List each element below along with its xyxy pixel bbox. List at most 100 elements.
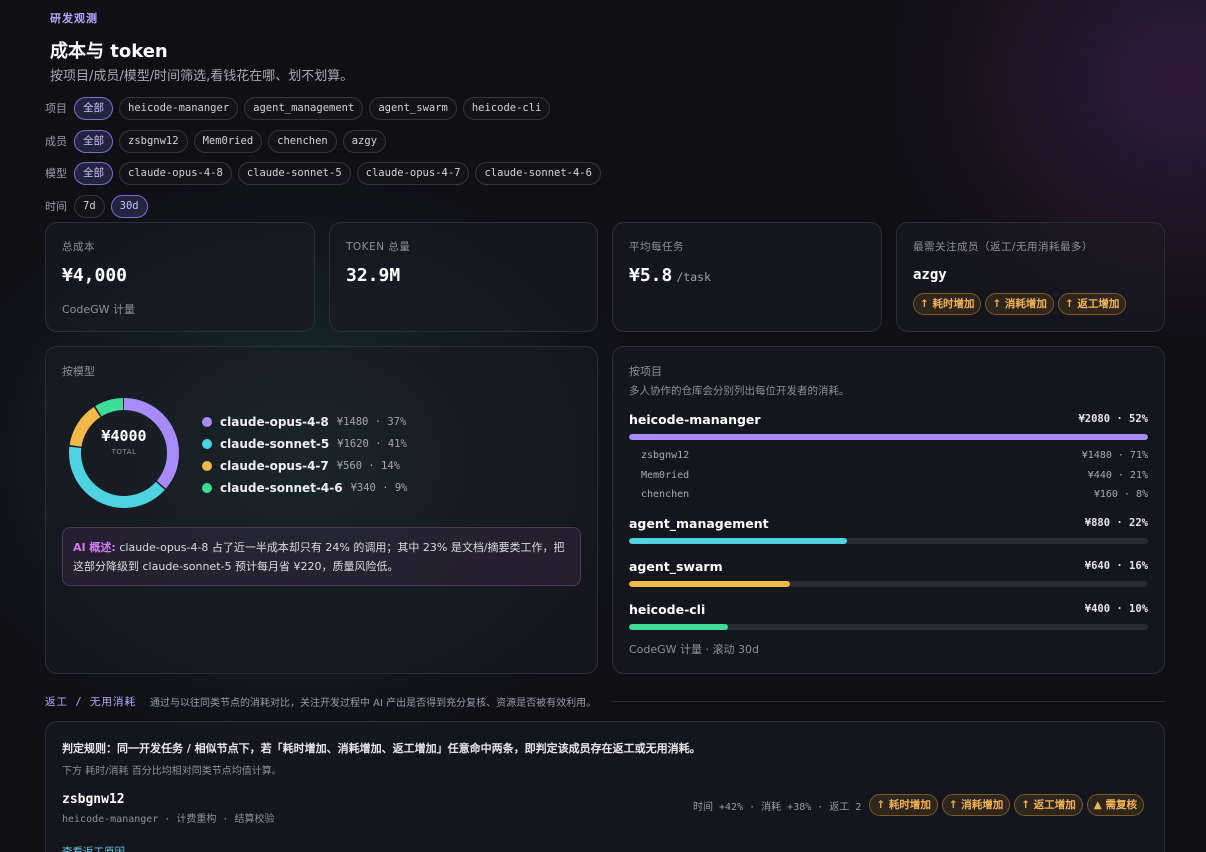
chip-member-chenchen[interactable]: chenchen [268, 129, 337, 153]
kpi-attention-member: 最需关注成员（返工/无用消耗最多） azgy ↑ 耗时增加 ↑ 消耗增加 ↑ 返… [896, 222, 1165, 332]
chip-model-sonnet-5[interactable]: claude-sonnet-5 [237, 161, 351, 185]
chip-project-heicode-cli[interactable]: heicode-cli [462, 96, 551, 120]
kpi-label: 总成本 [62, 241, 95, 253]
project-row-heicode-cli[interactable]: heicode-cli ¥400 · 10% [629, 599, 1148, 630]
section-divider [612, 701, 1165, 702]
chip-time-30d[interactable]: 30d [110, 194, 148, 218]
kpi-label: 最需关注成员（返工/无用消耗最多） [913, 241, 1094, 253]
project-bar [629, 538, 1148, 544]
filter-label: 时间 [45, 200, 67, 213]
project-value: ¥880 · 22% [1084, 517, 1148, 529]
legend-item[interactable]: claude-opus-4-7 ¥560 · 14% [202, 455, 408, 477]
project-row-agent-management[interactable]: agent_management ¥880 · 22% [629, 513, 1148, 544]
member-row: Mem0ried ¥440 · 21% [629, 466, 1148, 486]
attention-member-name[interactable]: azgy [913, 267, 947, 283]
page-subtitle: 按项目/成员/模型/时间筛选,看钱花在哪、划不划算。 [50, 69, 354, 84]
rework-member-name[interactable]: zsbgnw12 [62, 792, 125, 807]
filter-project: 项目 全部 heicode-mananger agent_management … [45, 96, 556, 120]
legend-item[interactable]: claude-opus-4-8 ¥1480 · 37% [202, 411, 408, 433]
donut-caption: TOTAL [111, 448, 137, 456]
filter-label: 模型 [45, 167, 67, 180]
tag-needs-review: ▲ 需复核 [1086, 794, 1144, 816]
view-rework-reason-link[interactable]: 查看返工原因 [62, 844, 125, 852]
legend-dot [202, 417, 212, 427]
chip-time-7d[interactable]: 7d [74, 194, 105, 218]
chip-member-mem0ried[interactable]: Mem0ried [193, 129, 263, 153]
panel-title: 按模型 [62, 365, 95, 378]
ai-summary-label: AI 概述: [73, 541, 116, 554]
legend-name: claude-opus-4-8 [220, 415, 329, 429]
chip-member-all[interactable]: 全部 [74, 129, 113, 153]
page-eyebrow: 研发观测 [50, 12, 98, 25]
member-value: ¥440 · 21% [1087, 469, 1148, 481]
project-value: ¥640 · 16% [1084, 560, 1148, 572]
project-value: ¥400 · 10% [1084, 603, 1148, 615]
panel-desc: 多人协作的仓库会分别列出每位开发者的消耗。 [629, 385, 850, 397]
project-row-heicode-mananger[interactable]: heicode-mananger ¥2080 · 52% zsbgnw12 ¥1… [629, 409, 1148, 505]
rework-rule-sub: 下方 耗时/消耗 百分比均相对同类节点均值计算。 [62, 766, 282, 777]
chip-project-agent-management[interactable]: agent_management [244, 96, 364, 120]
chip-member-azgy[interactable]: azgy [342, 129, 387, 153]
legend-name: claude-opus-4-7 [220, 459, 329, 473]
chip-model-sonnet-4-6[interactable]: claude-sonnet-4-6 [475, 161, 601, 185]
rework-panel: 判定规则：同一开发任务 / 相似节点下，若「耗时增加、消耗增加、返工增加」任意命… [45, 721, 1165, 852]
project-footer: CodeGW 计量 · 滚动 30d [629, 643, 760, 656]
member-row: chenchen ¥160 · 8% [629, 485, 1148, 505]
rework-rule: 判定规则：同一开发任务 / 相似节点下，若「耗时增加、消耗增加、返工增加」任意命… [62, 742, 701, 755]
project-bar-fill [629, 538, 847, 544]
donut-total: ¥4000 [101, 427, 147, 445]
filter-model: 模型 全部 claude-opus-4-8 claude-sonnet-5 cl… [45, 161, 607, 185]
member-name: chenchen [641, 489, 690, 501]
project-bar [629, 624, 1148, 630]
chip-project-heicode-mananger[interactable]: heicode-mananger [119, 96, 239, 120]
project-bar-fill [629, 581, 790, 587]
tag-rework-increase: ↑ 返工增加 [1057, 293, 1127, 315]
legend-item[interactable]: claude-sonnet-4-6 ¥340 · 9% [202, 477, 408, 499]
project-name: agent_management [629, 515, 769, 531]
project-bar-fill [629, 434, 1148, 440]
member-name: Mem0ried [641, 469, 690, 481]
legend-item[interactable]: claude-sonnet-5 ¥1620 · 41% [202, 433, 408, 455]
filter-member: 成员 全部 zsbgnw12 Mem0ried chenchen azgy [45, 129, 392, 153]
legend-value: ¥560 · 14% [336, 460, 400, 472]
legend-dot [202, 483, 212, 493]
member-list: zsbgnw12 ¥1480 · 71% Mem0ried ¥440 · 21%… [629, 446, 1148, 505]
panel-by-project: 按项目 多人协作的仓库会分别列出每位开发者的消耗。 heicode-manang… [612, 346, 1165, 674]
filter-time: 时间 7d 30d [45, 194, 154, 218]
project-bar-fill [629, 624, 728, 630]
filter-label: 成员 [45, 135, 67, 148]
legend-name: claude-sonnet-4-6 [220, 481, 343, 495]
kpi-avg-task: 平均每任务 ¥5.8/task [612, 222, 882, 332]
ai-summary-text: claude-opus-4-8 占了近一半成本却只有 24% 的调用；其中 23… [73, 541, 565, 573]
kpi-token-total: TOKEN 总量 32.9M [329, 222, 598, 332]
chip-model-all[interactable]: 全部 [74, 161, 113, 185]
member-value: ¥160 · 8% [1093, 489, 1148, 501]
kpi-value: ¥5.8/task [629, 265, 711, 286]
legend-value: ¥1620 · 41% [337, 438, 407, 450]
chip-model-opus-4-7[interactable]: claude-opus-4-7 [356, 161, 470, 185]
attention-tags: ↑ 耗时增加 ↑ 消耗增加 ↑ 返工增加 [913, 293, 1130, 315]
kpi-label: 平均每任务 [629, 241, 684, 253]
legend-dot [202, 439, 212, 449]
kpi-number: ¥5.8 [629, 265, 673, 286]
project-bar [629, 581, 1148, 587]
chip-member-zsbgnw12[interactable]: zsbgnw12 [119, 129, 188, 153]
filter-label: 项目 [45, 102, 67, 115]
project-row-agent-swarm[interactable]: agent_swarm ¥640 · 16% [629, 556, 1148, 587]
chip-project-agent-swarm[interactable]: agent_swarm [369, 96, 457, 120]
tag-cost-increase: ↑ 消耗增加 [941, 794, 1011, 816]
project-name: agent_swarm [629, 558, 723, 574]
project-name: heicode-cli [629, 601, 706, 617]
panel-title: 按项目 [629, 365, 662, 378]
legend-dot [202, 461, 212, 471]
chip-project-all[interactable]: 全部 [74, 96, 113, 120]
legend-value: ¥340 · 9% [350, 482, 408, 494]
rework-member-stats: 时间 +42% · 消耗 +38% · 返工 2 ↑ 耗时增加 ↑ 消耗增加 ↑… [693, 794, 1148, 816]
kpi-label: TOKEN 总量 [346, 241, 411, 253]
legend-value: ¥1480 · 37% [336, 416, 407, 428]
kpi-value: ¥4,000 [62, 265, 128, 286]
chip-model-opus-4-8[interactable]: claude-opus-4-8 [119, 161, 232, 185]
project-name: heicode-mananger [629, 411, 761, 427]
kpi-unit: /task [676, 270, 711, 284]
member-value: ¥1480 · 71% [1081, 450, 1148, 462]
